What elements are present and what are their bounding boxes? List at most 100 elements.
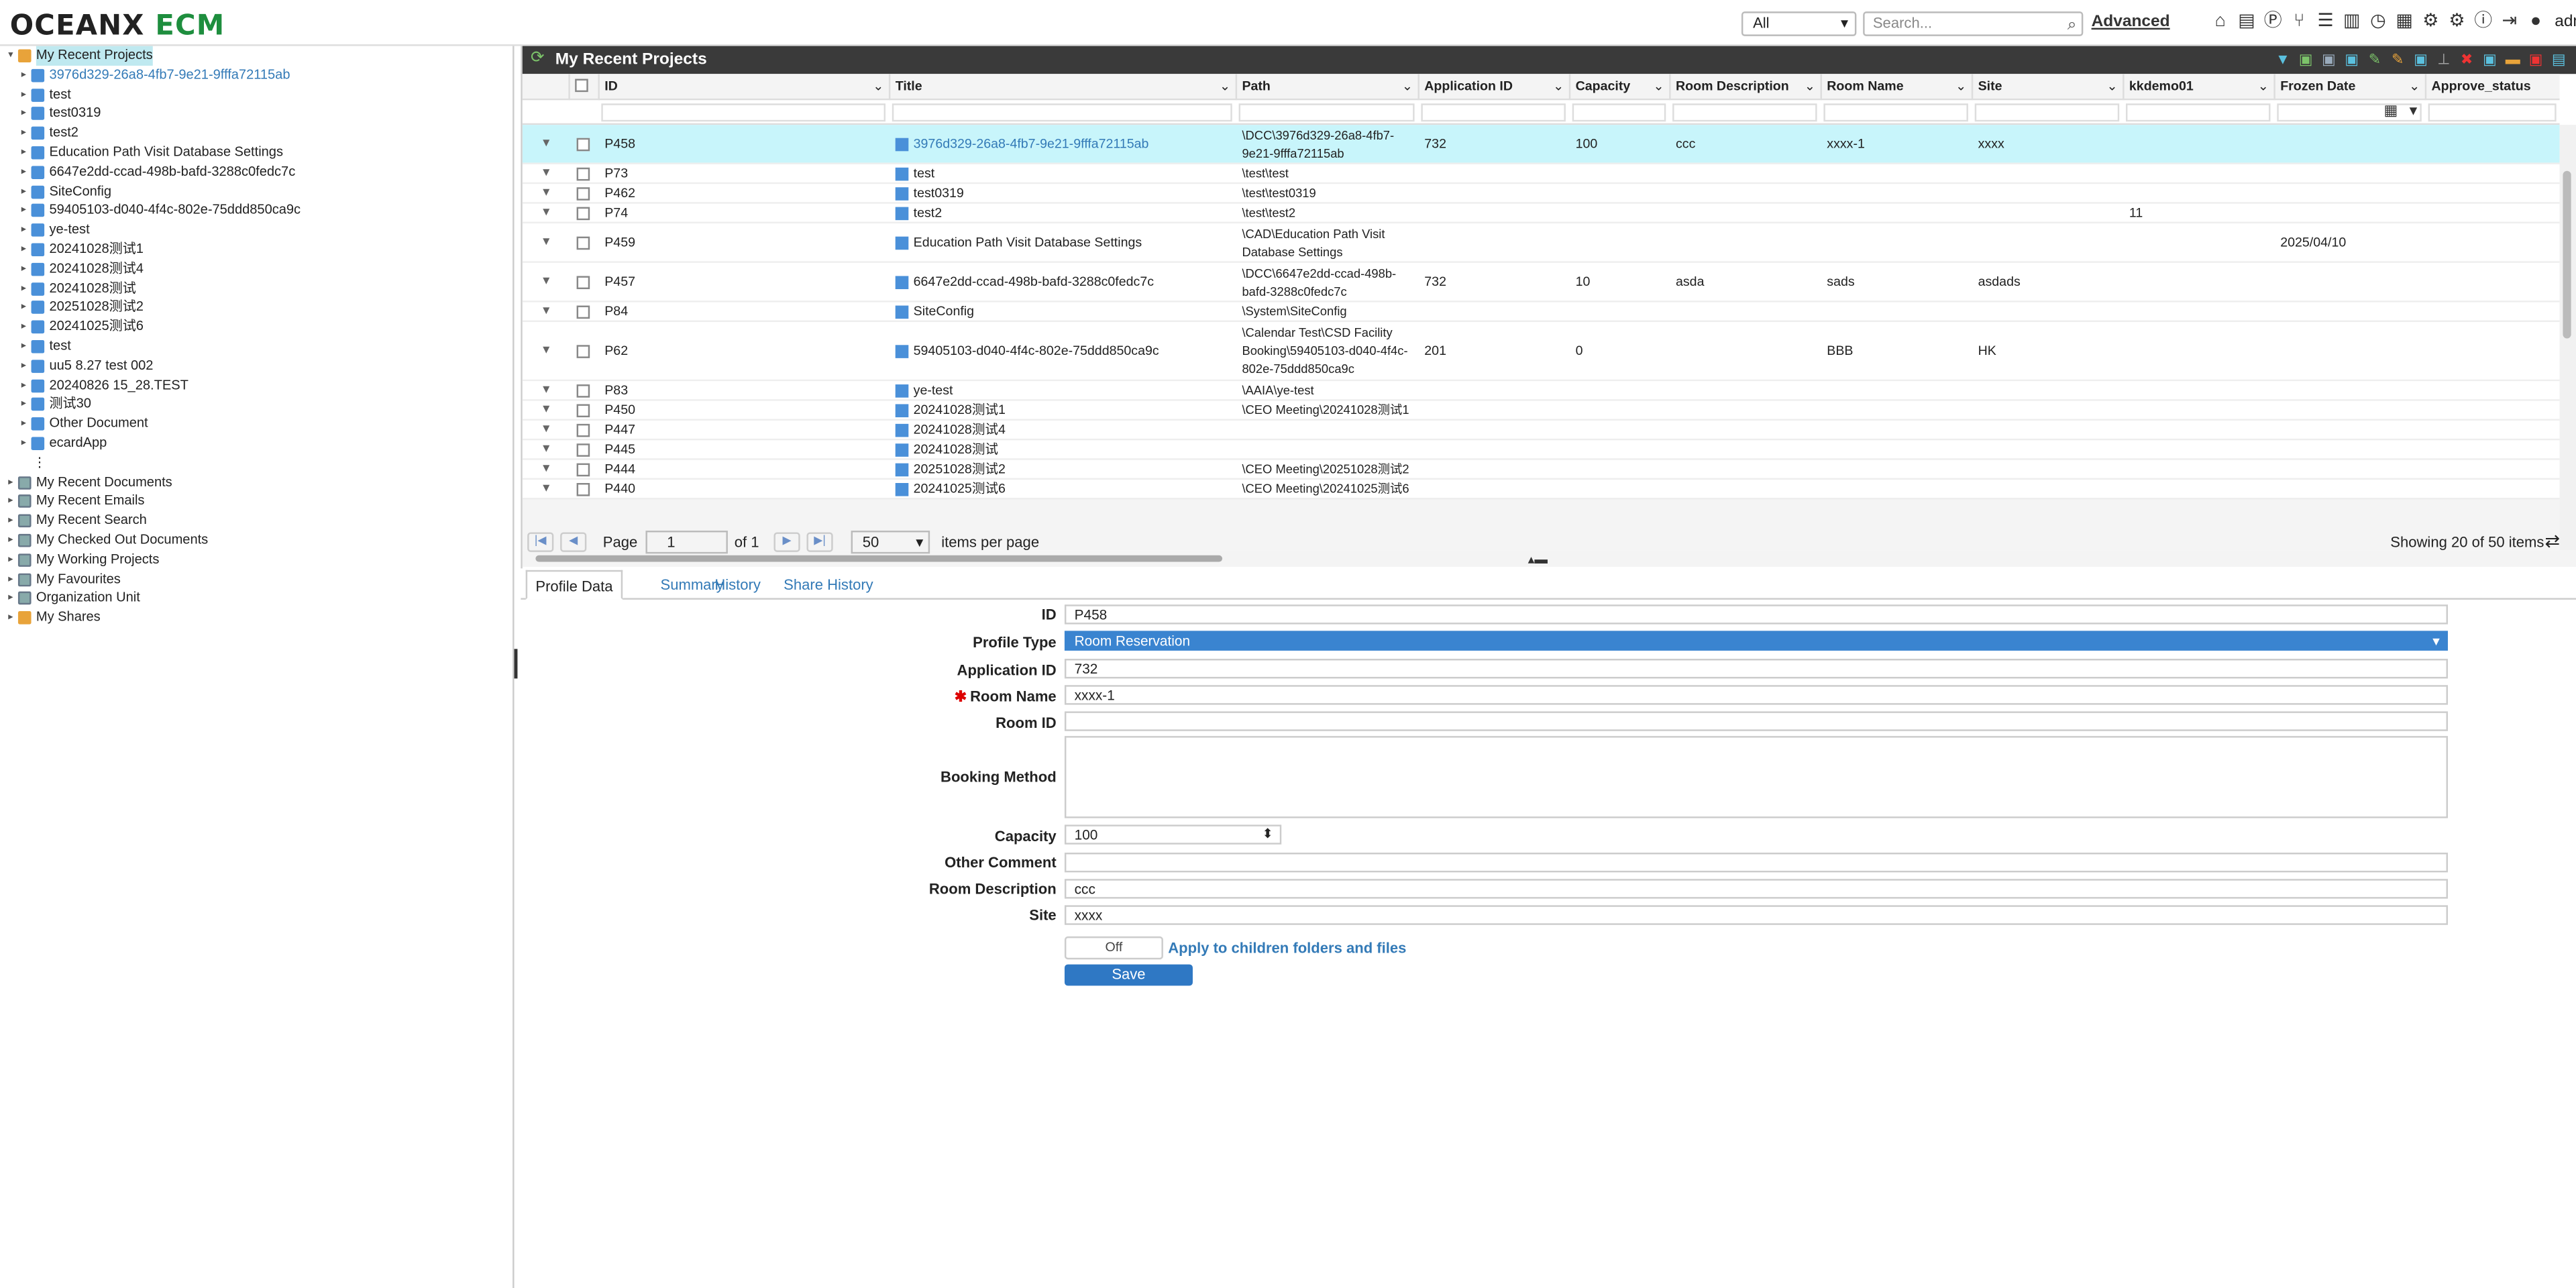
expand-icon[interactable]: ▸: [16, 182, 31, 201]
vertical-scrollbar[interactable]: [2559, 125, 2576, 551]
tree-node-section[interactable]: ▸ My Checked Out Documents: [3, 531, 208, 550]
column-header-path[interactable]: Path ⌄: [1235, 74, 1418, 101]
tree-node-project[interactable]: ▸ 测试30: [16, 395, 91, 415]
tree-node-project[interactable]: ▸ test: [16, 337, 71, 356]
username[interactable]: admin: [2555, 13, 2576, 32]
tree-node-project[interactable]: ▸ test: [16, 85, 71, 104]
tree-node-project[interactable]: ▸ Other Document: [16, 415, 148, 434]
pane-splitter[interactable]: [514, 649, 518, 679]
move-icon[interactable]: ▣: [2412, 51, 2430, 69]
expand-icon[interactable]: ▸: [16, 162, 31, 182]
home-icon[interactable]: ⌂: [2210, 11, 2231, 33]
tree-node-section[interactable]: ▸ My Recent Documents: [3, 472, 172, 492]
row-expand-icon[interactable]: ▼: [541, 421, 552, 439]
page-size-select[interactable]: 50: [851, 531, 930, 554]
calendar-icon[interactable]: ▦: [2394, 11, 2415, 33]
expand-icon[interactable]: ▸: [16, 201, 31, 221]
cell-title[interactable]: 20241028测试: [890, 440, 1232, 458]
workflow-icon[interactable]: ⑂: [2288, 11, 2310, 33]
next-page-button[interactable]: ▶: [773, 532, 800, 552]
row-expand-icon[interactable]: ▼: [541, 440, 552, 458]
tree-node-project[interactable]: ▸ ye-test: [16, 221, 90, 240]
expand-icon[interactable]: ▸: [16, 221, 31, 240]
tab-share-history[interactable]: Share History: [775, 570, 881, 600]
filter-input-title[interactable]: [892, 103, 1232, 122]
row-expand-icon[interactable]: ▼: [541, 135, 552, 153]
prev-page-button[interactable]: ◀: [560, 532, 587, 552]
tree-node-section[interactable]: ▸ My Recent Emails: [3, 492, 144, 511]
other-comment-field[interactable]: [1064, 853, 2449, 873]
cell-title[interactable]: test2: [890, 204, 1232, 222]
row-checkbox[interactable]: [576, 344, 590, 358]
row-expand-icon[interactable]: ▼: [541, 460, 552, 478]
filter-input-path[interactable]: [1238, 103, 1415, 122]
cell-title[interactable]: 6647e2dd-ccad-498b-bafd-3288c0fedc7c: [890, 263, 1232, 301]
pdf-icon[interactable]: ▣: [2527, 51, 2545, 69]
download-icon[interactable]: ▣: [2481, 51, 2499, 69]
row-checkbox[interactable]: [576, 186, 590, 200]
filter-input-as[interactable]: [2428, 103, 2557, 122]
tree-node-project[interactable]: ▸ 20241028测试4: [16, 259, 144, 278]
filter-input-site[interactable]: [1974, 103, 2120, 122]
column-menu-icon[interactable]: ⌄: [2106, 74, 2117, 100]
tree-node-project[interactable]: ▸ 3976d329-26a8-4fb7-9e21-9fffa72115ab: [16, 65, 290, 85]
expand-icon[interactable]: ▸: [16, 143, 31, 162]
more-icon[interactable]: ⋮: [33, 453, 46, 472]
filter-input-rname[interactable]: [1823, 103, 1968, 122]
clock-icon[interactable]: ◷: [2367, 11, 2389, 33]
tree-node-section[interactable]: ▸ My Working Projects: [3, 550, 159, 570]
row-checkbox[interactable]: [576, 423, 590, 437]
table-row[interactable]: ▼ P445 20241028测试: [522, 440, 2560, 460]
tab-profile-data[interactable]: Profile Data: [525, 570, 623, 600]
row-checkbox[interactable]: [576, 383, 590, 397]
column-header-site[interactable]: Site ⌄: [1971, 74, 2123, 101]
table-row[interactable]: ▼ P62 59405103-d040-4f4c-802e-75ddd850ca9c…: [522, 322, 2560, 382]
expand-icon[interactable]: ▸: [16, 434, 31, 453]
expand-icon[interactable]: ▸: [16, 123, 31, 143]
tree-node-section[interactable]: ▸ My Shares: [3, 608, 101, 628]
tree-node-project[interactable]: ▸ test0319: [16, 104, 101, 123]
row-expand-icon[interactable]: ▼: [541, 184, 552, 202]
expand-icon[interactable]: ▸: [16, 395, 31, 415]
tree-node-root[interactable]: ▾ My Recent Projects: [3, 46, 153, 66]
tree-node-project[interactable]: ▸ 20241028测试1: [16, 240, 144, 260]
site-field[interactable]: xxxx: [1064, 905, 2449, 925]
cell-title[interactable]: 20241028测试1: [890, 401, 1232, 419]
column-header-as[interactable]: Approve_status: [2424, 74, 2560, 101]
tree-node-section[interactable]: ▸ My Recent Search: [3, 511, 147, 531]
cell-title[interactable]: SiteConfig: [890, 303, 1232, 321]
expand-icon[interactable]: ▸: [3, 570, 18, 589]
column-menu-icon[interactable]: ⌄: [873, 74, 883, 100]
tree-node-project[interactable]: ▸ ecardApp: [16, 434, 107, 453]
column-header-kk[interactable]: kkdemo01 ⌄: [2123, 74, 2273, 101]
tree-node-project[interactable]: ▸ 20251028测试2: [16, 298, 144, 317]
advanced-search-link[interactable]: Advanced: [2092, 13, 2170, 32]
layout-icon[interactable]: ▤: [2550, 51, 2568, 69]
calendar-icon[interactable]: ▦: [2383, 102, 2398, 120]
table-row[interactable]: ▼ P457 6647e2dd-ccad-498b-bafd-3288c0fedc7…: [522, 262, 2560, 303]
row-checkbox[interactable]: [576, 235, 590, 250]
expand-icon[interactable]: ▸: [16, 259, 31, 278]
gear-icon[interactable]: ⚙: [2420, 11, 2441, 33]
column-menu-icon[interactable]: ⌄: [1402, 74, 1413, 100]
search-input[interactable]: Search... ⌕: [1863, 11, 2084, 36]
tree-node-project[interactable]: ▸ 20241025测试6: [16, 317, 144, 337]
expand-icon[interactable]: ▸: [3, 511, 18, 531]
filter-input-id[interactable]: [601, 103, 886, 122]
row-checkbox[interactable]: [576, 462, 590, 476]
filter-input-rdesc[interactable]: [1672, 103, 1817, 122]
expand-icon[interactable]: ▸: [16, 85, 31, 104]
row-expand-icon[interactable]: ▼: [541, 164, 552, 182]
table-row[interactable]: ▼ P447 20241028测试4: [522, 420, 2560, 441]
search-scope-select[interactable]: All: [1741, 11, 1857, 36]
expand-icon[interactable]: ▸: [16, 104, 31, 123]
expand-icon[interactable]: ▸: [16, 376, 31, 395]
expand-icon[interactable]: ▸: [16, 278, 31, 298]
edit-icon[interactable]: ✎: [2366, 51, 2384, 69]
page-input[interactable]: 1: [645, 531, 728, 554]
room-description-field[interactable]: ccc: [1064, 879, 2449, 899]
room-name-field[interactable]: xxxx-1: [1064, 685, 2449, 705]
delete-icon[interactable]: ✖: [2458, 51, 2476, 69]
last-page-button[interactable]: ▶|: [806, 532, 833, 552]
expand-icon[interactable]: ▸: [16, 356, 31, 376]
